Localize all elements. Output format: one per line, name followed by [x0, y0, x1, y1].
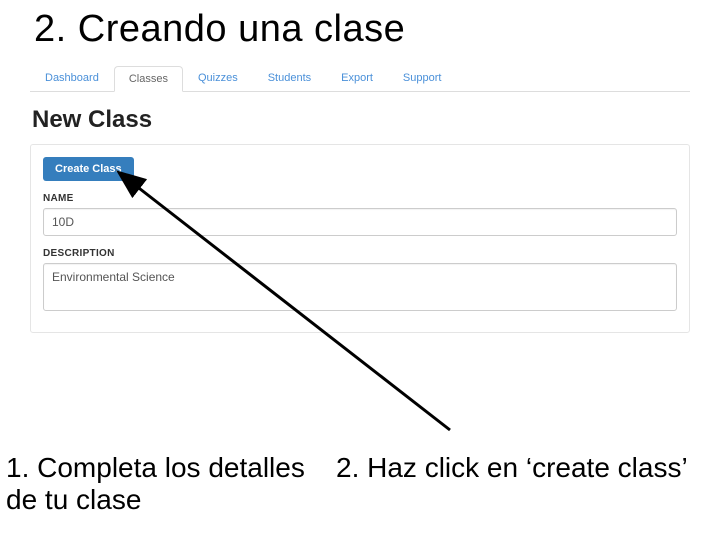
- page-title: New Class: [32, 106, 690, 134]
- tab-classes[interactable]: Classes: [114, 66, 183, 92]
- new-class-form: Create Class NAME DESCRIPTION: [30, 144, 690, 333]
- caption-step-2: 2. Haz click en ‘create class’: [336, 452, 720, 516]
- tab-support[interactable]: Support: [388, 65, 457, 91]
- tab-dashboard[interactable]: Dashboard: [30, 65, 114, 91]
- name-label: NAME: [43, 193, 677, 204]
- create-class-button[interactable]: Create Class: [43, 157, 134, 181]
- tab-export[interactable]: Export: [326, 65, 388, 91]
- slide-captions: 1. Completa los detalles de tu clase 2. …: [6, 452, 720, 516]
- tab-students[interactable]: Students: [253, 65, 326, 91]
- nav-tabs: Dashboard Classes Quizzes Students Expor…: [30, 65, 690, 92]
- app-screenshot: Dashboard Classes Quizzes Students Expor…: [30, 65, 690, 333]
- name-input[interactable]: [43, 208, 677, 236]
- caption-step-1: 1. Completa los detalles de tu clase: [6, 452, 306, 516]
- description-label: DESCRIPTION: [43, 248, 677, 259]
- slide-title: 2. Creando una clase: [0, 0, 720, 59]
- description-input[interactable]: [43, 263, 677, 311]
- tab-quizzes[interactable]: Quizzes: [183, 65, 253, 91]
